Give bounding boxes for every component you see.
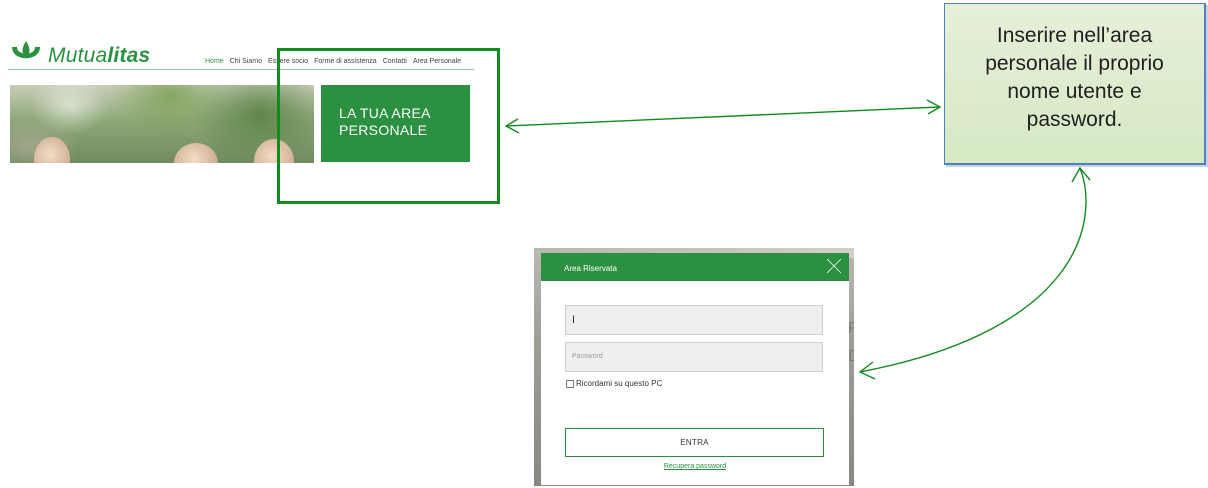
- checkbox-icon[interactable]: [566, 379, 574, 388]
- remember-me-label: Ricordami su questo PC: [576, 379, 663, 388]
- brand-logo-text[interactable]: Mutualitas: [48, 44, 150, 68]
- highlight-frame: [277, 48, 500, 204]
- callout-line: password.: [1026, 108, 1123, 131]
- modal-header: Area Riservata: [541, 253, 849, 281]
- callout-line: Inserire nell’area: [996, 24, 1153, 47]
- hero-photo-person: [174, 143, 218, 163]
- close-icon[interactable]: [825, 257, 843, 275]
- brand-name-bold: litas: [107, 44, 151, 67]
- mutualitas-logo-icon[interactable]: [8, 38, 44, 70]
- password-input[interactable]: Password: [565, 342, 823, 372]
- nav-item-chi-siamo[interactable]: Chi Siamo: [230, 58, 262, 65]
- nav-item-home[interactable]: Home: [205, 58, 224, 65]
- arrowhead-icon: [858, 361, 876, 380]
- curved-double-arrow: [859, 167, 1087, 373]
- username-input[interactable]: I: [565, 305, 823, 335]
- remember-me-row[interactable]: Ricordami su questo PC: [566, 379, 662, 388]
- modal-title: Area Riservata: [564, 264, 617, 273]
- hero-photo-person: [34, 137, 70, 163]
- arrowhead-icon: [1071, 166, 1091, 183]
- arrowhead-icon: [926, 99, 942, 115]
- hero-photo: [10, 85, 314, 163]
- callout-line: nome utente e: [1007, 80, 1142, 103]
- brand-name-light: Mutua: [48, 44, 108, 67]
- login-modal: Area Riservata I Password Ricordami su q…: [541, 253, 849, 485]
- instruction-callout: Inserire nell’area personale il proprio …: [944, 3, 1206, 165]
- double-arrow-line: [505, 106, 941, 127]
- callout-line: personale il proprio: [985, 52, 1164, 75]
- login-button[interactable]: ENTRA: [565, 428, 824, 457]
- recover-password-link[interactable]: Recupera password: [541, 463, 849, 470]
- arrowhead-icon: [504, 118, 520, 134]
